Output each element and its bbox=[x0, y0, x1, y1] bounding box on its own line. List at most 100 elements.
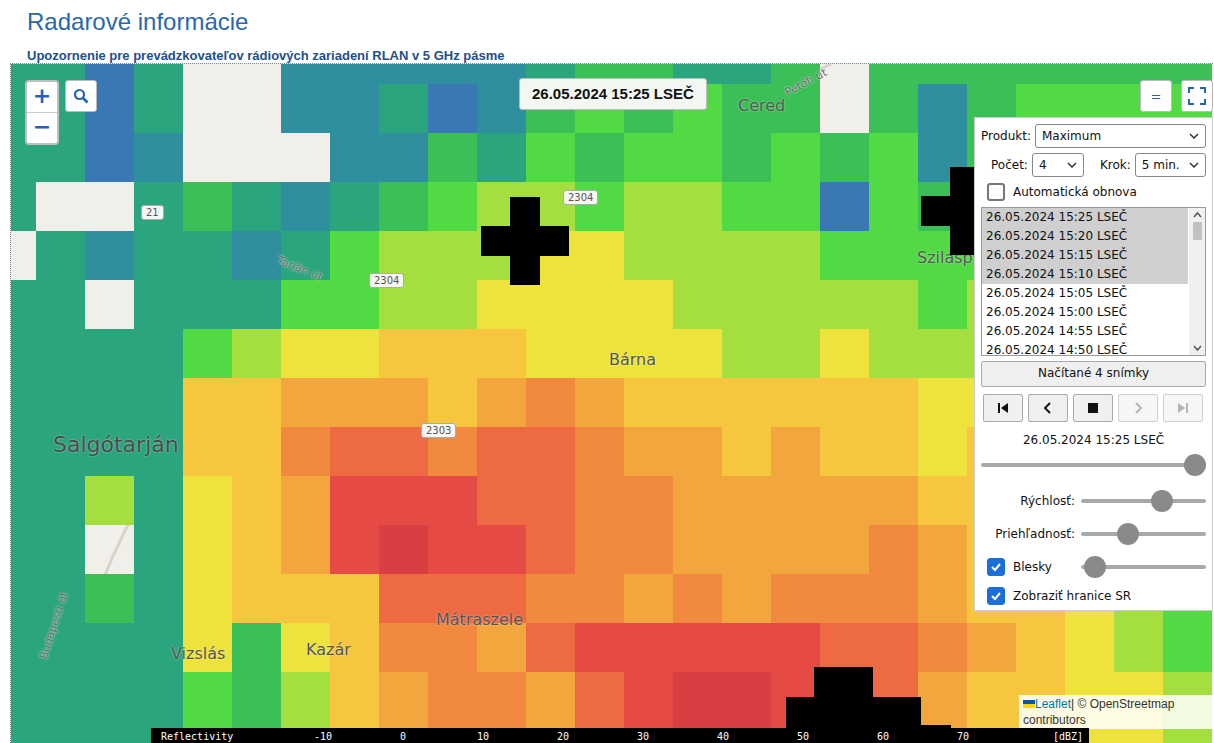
radar-cell bbox=[10, 231, 36, 280]
place-label: Bárna bbox=[609, 350, 656, 369]
radar-cell bbox=[820, 476, 869, 525]
radar-cell bbox=[771, 623, 820, 672]
playback-button[interactable] bbox=[1073, 394, 1113, 422]
radar-cell bbox=[575, 525, 624, 574]
radar-cell bbox=[281, 476, 330, 525]
radar-cell bbox=[183, 231, 232, 280]
search-button[interactable] bbox=[65, 80, 97, 112]
radar-cell bbox=[722, 329, 771, 378]
ukraine-flag-icon bbox=[1023, 700, 1035, 708]
radar-cell bbox=[36, 525, 85, 574]
slider-thumb[interactable] bbox=[1117, 523, 1139, 545]
chevron-down-icon bbox=[1067, 162, 1077, 168]
radar-cell bbox=[183, 63, 232, 84]
count-select[interactable]: 4 bbox=[1032, 153, 1084, 177]
auto-refresh-row: Automatická obnova bbox=[981, 182, 1206, 202]
slider-thumb[interactable] bbox=[1084, 556, 1106, 578]
radar-cell bbox=[477, 525, 526, 574]
radar-cell bbox=[673, 672, 722, 721]
radar-cell bbox=[379, 329, 428, 378]
opacity-slider[interactable] bbox=[1081, 523, 1206, 545]
frame-item[interactable]: 26.05.2024 14:55 LSEČ bbox=[982, 322, 1188, 341]
radar-cell bbox=[771, 133, 820, 182]
radar-cell bbox=[281, 133, 330, 182]
radar-cell bbox=[869, 329, 918, 378]
slider-thumb[interactable] bbox=[1151, 490, 1173, 512]
radar-map[interactable]: 21230423042303Tarján útPetőfi útBudapest… bbox=[10, 63, 1213, 743]
radar-cell bbox=[36, 182, 85, 231]
speed-slider[interactable] bbox=[1081, 490, 1206, 512]
radar-cell bbox=[771, 280, 820, 329]
radar-cell bbox=[477, 329, 526, 378]
playback-button[interactable] bbox=[1118, 394, 1158, 422]
radar-cell bbox=[722, 623, 771, 672]
list-scrollbar[interactable] bbox=[1189, 208, 1205, 355]
load-frames-button[interactable]: Načítané 4 snímky bbox=[981, 361, 1206, 387]
radar-cell bbox=[869, 574, 918, 623]
radar-cell bbox=[477, 378, 526, 427]
radar-cell bbox=[918, 574, 967, 623]
radar-cell bbox=[722, 574, 771, 623]
scroll-thumb[interactable] bbox=[1193, 222, 1202, 240]
playback-button[interactable] bbox=[1163, 394, 1203, 422]
page-title: Radarové informácie bbox=[27, 8, 1214, 36]
radar-cell bbox=[134, 84, 183, 133]
lightning-checkbox[interactable] bbox=[987, 558, 1005, 576]
leaflet-link[interactable]: Leaflet bbox=[1035, 697, 1071, 711]
radar-cell bbox=[1114, 623, 1163, 672]
radar-cell bbox=[379, 63, 428, 84]
playback-button[interactable] bbox=[983, 394, 1023, 422]
radar-cell bbox=[134, 525, 183, 574]
frame-list[interactable]: 26.05.2024 15:25 LSEČ26.05.2024 15:20 LS… bbox=[981, 207, 1206, 356]
radar-cell bbox=[281, 84, 330, 133]
frame-item[interactable]: 26.05.2024 15:05 LSEČ bbox=[982, 284, 1188, 303]
radar-cell bbox=[281, 525, 330, 574]
fullscreen-button[interactable] bbox=[1181, 80, 1213, 112]
frame-item[interactable]: 26.05.2024 15:20 LSEČ bbox=[982, 227, 1188, 246]
radar-cell bbox=[820, 182, 869, 231]
radar-cell bbox=[722, 182, 771, 231]
radar-cell bbox=[134, 280, 183, 329]
stop-icon bbox=[1085, 400, 1101, 416]
radar-cell bbox=[183, 574, 232, 623]
slider-thumb[interactable] bbox=[1184, 454, 1206, 476]
last-icon bbox=[1175, 400, 1191, 416]
notice-link[interactable]: Upozornenie pre prevádzkovateľov rádiový… bbox=[27, 48, 1214, 63]
frame-item[interactable]: 26.05.2024 15:00 LSEČ bbox=[982, 303, 1188, 322]
frame-item[interactable]: 26.05.2024 14:50 LSEČ bbox=[982, 341, 1188, 356]
radar-cell bbox=[232, 84, 281, 133]
radar-cell bbox=[820, 525, 869, 574]
product-select[interactable]: Maximum bbox=[1035, 124, 1206, 148]
radar-cell bbox=[281, 574, 330, 623]
frame-item[interactable]: 26.05.2024 15:10 LSEČ bbox=[982, 265, 1188, 284]
radar-cell bbox=[526, 525, 575, 574]
borders-checkbox[interactable] bbox=[987, 587, 1005, 605]
radar-cell bbox=[477, 280, 526, 329]
radar-cell bbox=[820, 133, 869, 182]
time-slider[interactable] bbox=[981, 454, 1206, 476]
legend-tick: 30 bbox=[603, 731, 683, 742]
step-select[interactable]: 5 min. bbox=[1135, 153, 1206, 177]
radar-cell bbox=[379, 378, 428, 427]
step-value: 5 min. bbox=[1142, 158, 1180, 172]
radar-cell bbox=[330, 525, 379, 574]
auto-refresh-checkbox[interactable] bbox=[987, 183, 1005, 201]
check-icon bbox=[990, 561, 1002, 573]
road-label: 21 bbox=[141, 205, 164, 220]
radar-cell bbox=[183, 280, 232, 329]
radar-cell bbox=[330, 574, 379, 623]
lightning-toggle: Blesky bbox=[981, 558, 1075, 576]
radar-cell bbox=[918, 427, 967, 476]
lightning-marker[interactable] bbox=[481, 197, 569, 285]
frame-item[interactable]: 26.05.2024 15:25 LSEČ bbox=[982, 208, 1188, 227]
zoom-out-button[interactable]: − bbox=[27, 112, 57, 143]
lightning-slider[interactable] bbox=[1081, 556, 1206, 578]
frame-item[interactable]: 26.05.2024 15:15 LSEČ bbox=[982, 246, 1188, 265]
panel-toggle-button[interactable]: = bbox=[1140, 80, 1172, 112]
playback-button[interactable] bbox=[1028, 394, 1068, 422]
zoom-in-button[interactable]: + bbox=[27, 82, 57, 112]
place-label: Mátraszele bbox=[436, 610, 523, 629]
radar-cell bbox=[918, 280, 967, 329]
radar-cell bbox=[36, 378, 85, 427]
radar-cell bbox=[232, 525, 281, 574]
